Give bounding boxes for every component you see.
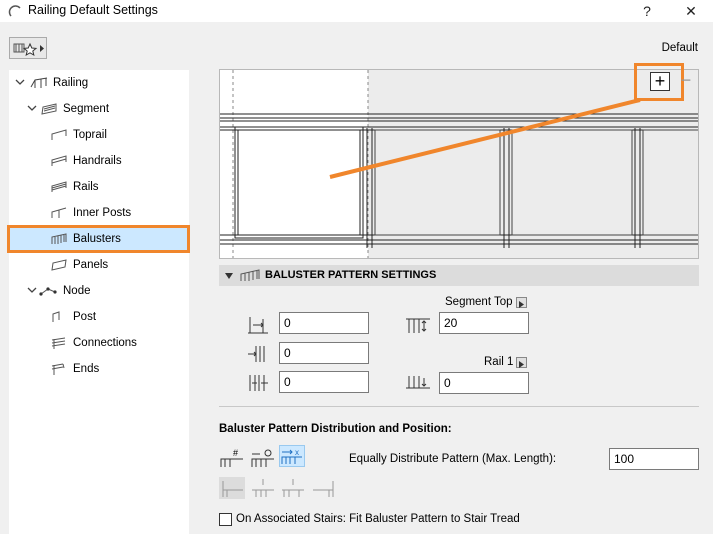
zoom-in-button[interactable]: + xyxy=(650,72,670,91)
preset-label: Default xyxy=(661,42,698,54)
post-icon xyxy=(52,311,60,322)
panels-icon xyxy=(51,259,67,271)
position-end-button[interactable] xyxy=(311,477,337,499)
segment-top-offset-icon xyxy=(406,318,430,333)
tree-label: Railing xyxy=(53,77,89,89)
svg-text:x: x xyxy=(295,448,299,457)
svg-text:#: # xyxy=(233,448,238,458)
chevron-down-icon xyxy=(15,79,25,85)
arrow-right-icon xyxy=(519,301,524,308)
rail-menu-button[interactable] xyxy=(516,357,527,368)
annotation-highlight-balusters xyxy=(7,225,190,253)
ends-icon xyxy=(51,363,65,375)
locked-length-mode-button[interactable] xyxy=(250,447,276,469)
collapse-triangle-icon xyxy=(225,273,233,279)
pattern-settings-title: BALUSTER PATTERN SETTINGS xyxy=(265,269,437,281)
equal-distribute-mode-button[interactable]: x xyxy=(279,445,305,467)
rail-label: Rail 1 xyxy=(484,356,514,368)
tree-label: Toprail xyxy=(73,129,107,141)
tree-label: Connections xyxy=(73,337,137,349)
position-center-alt-icon xyxy=(282,479,304,497)
position-center-alt-button[interactable] xyxy=(280,477,306,499)
position-center-button[interactable] xyxy=(250,477,276,499)
close-button[interactable]: ✕ xyxy=(680,1,702,21)
pattern-offset-icon xyxy=(248,317,268,334)
distribution-title: Baluster Pattern Distribution and Positi… xyxy=(219,423,452,435)
window-title: Railing Default Settings xyxy=(28,3,158,17)
toprail-icon xyxy=(51,129,67,140)
segment-icon xyxy=(41,103,57,115)
fit-to-stair-tread-checkbox[interactable] xyxy=(219,513,232,526)
fit-to-stair-tread-label: On Associated Stairs: Fit Baluster Patte… xyxy=(236,513,520,525)
pattern-length-icon xyxy=(249,375,268,391)
pattern-preview xyxy=(219,69,699,259)
tree-label: Handrails xyxy=(73,155,122,167)
max-length-input[interactable]: 100 xyxy=(609,448,699,470)
favorites-button[interactable] xyxy=(9,37,47,59)
zoom-out-button[interactable]: − xyxy=(677,71,695,91)
connections-icon xyxy=(51,337,66,349)
rail-offset-input[interactable]: 0 xyxy=(439,372,529,394)
locked-length-icon xyxy=(251,449,274,467)
node-icon xyxy=(39,287,57,296)
handrails-icon xyxy=(51,155,67,166)
segment-top-input[interactable]: 20 xyxy=(439,312,529,334)
tree-label: Segment xyxy=(63,103,110,115)
arrow-right-icon xyxy=(519,361,524,368)
section-divider xyxy=(219,406,699,407)
segment-top-menu-button[interactable] xyxy=(516,297,527,308)
rail-offset-icon xyxy=(406,376,430,389)
railing-icon xyxy=(30,77,48,88)
chevron-down-icon xyxy=(27,105,37,111)
tree-label: Panels xyxy=(73,259,109,271)
help-button[interactable]: ? xyxy=(636,1,658,21)
tree-label: Ends xyxy=(73,363,100,375)
position-end-icon xyxy=(313,481,334,497)
position-start-icon xyxy=(222,481,243,497)
baluster-spacing-icon xyxy=(248,346,265,362)
fixed-count-mode-button[interactable]: # xyxy=(219,447,245,469)
favorites-star-icon xyxy=(13,42,44,57)
pattern-length-input[interactable]: 0 xyxy=(279,371,369,393)
baluster-spacing-input[interactable]: 0 xyxy=(279,342,369,364)
rails-icon xyxy=(51,181,67,192)
position-start-button[interactable] xyxy=(219,477,245,499)
segment-top-label: Segment Top xyxy=(445,296,513,308)
title-bar: Railing Default Settings ? ✕ xyxy=(0,0,713,22)
equal-distribute-icon: x xyxy=(281,448,302,464)
fixed-count-icon: # xyxy=(220,448,243,467)
pattern-offset-input[interactable]: 0 xyxy=(279,312,369,334)
inner-posts-icon xyxy=(51,207,67,218)
baluster-preview-drawing xyxy=(220,70,698,258)
app-icon xyxy=(8,5,21,17)
tree-label: Node xyxy=(63,285,91,297)
position-center-icon xyxy=(252,479,274,497)
chevron-down-icon xyxy=(27,287,37,293)
tree-label: Inner Posts xyxy=(73,207,132,219)
tree-label: Post xyxy=(73,311,97,323)
distribution-mode-label: Equally Distribute Pattern (Max. Length)… xyxy=(349,453,557,465)
tree-label: Rails xyxy=(73,181,99,193)
balusters-icon xyxy=(240,269,260,281)
